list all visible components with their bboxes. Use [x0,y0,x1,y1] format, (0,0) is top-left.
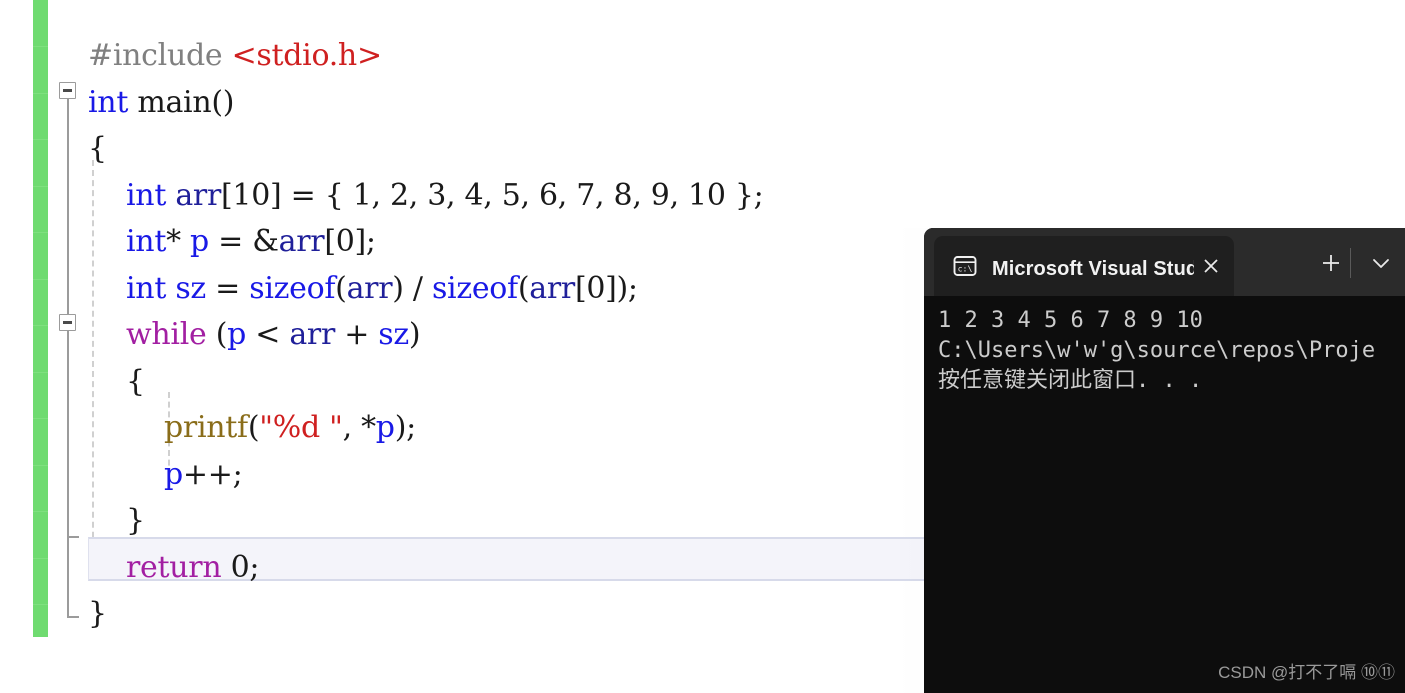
code-token: p [164,456,183,492]
console-output-area[interactable]: 1 2 3 4 5 6 7 8 9 10 C:\Users\w'w'g\sourc… [924,296,1405,693]
watermark-text: CSDN @打不了嗝 ⑩⑪ [1218,663,1395,682]
code-token: ( [517,270,530,306]
code-token: [10] = { 1, 2, 3, 4, 5, 6, 7, 8, 9, 10 }… [221,177,764,213]
code-token: arr [346,270,393,306]
code-token: ) [408,317,421,352]
code-line[interactable]: printf("%d ", *p); [164,405,416,452]
code-line[interactable]: } [88,591,107,638]
code-token: ++; [182,456,243,492]
console-output-line: 按任意键关闭此窗口. . . [938,368,1203,393]
code-token: < [246,317,290,352]
console-window[interactable]: c:\ Microsoft Visual Studio 调试控 [924,228,1405,693]
code-token: #include [88,38,232,73]
code-token: , * [342,410,376,445]
console-output-line: C:\Users\w'w'g\source\repos\Proje [938,338,1376,363]
code-token: ( [206,317,228,352]
console-tab-active[interactable]: c:\ Microsoft Visual Studio 调试控 [934,236,1234,296]
code-token: p [190,224,209,259]
code-token: "%d " [259,410,343,445]
code-token: int [88,84,129,120]
code-token: { [126,363,145,399]
code-token: = [205,270,250,306]
code-token: int [126,177,167,213]
close-icon[interactable] [1194,249,1228,283]
code-token: ); [394,410,417,445]
code-line[interactable]: } [126,498,145,545]
console-titlebar[interactable]: c:\ Microsoft Visual Studio 调试控 [924,228,1405,296]
code-token: sz [378,317,409,352]
code-line[interactable]: #include <stdio.h> [88,33,382,80]
code-line[interactable]: int main() [88,80,234,127]
code-token: ( [335,270,347,306]
code-token: while [126,317,207,352]
console-tab-title: Microsoft Visual Studio 调试控 [992,257,1194,280]
code-line[interactable]: int* p = &arr[0]; [126,219,376,266]
code-token: <stdio.h> [231,38,383,73]
new-tab-icon[interactable] [1314,246,1348,280]
code-token: arr [278,224,325,259]
svg-text:c:\: c:\ [958,264,973,274]
code-line[interactable]: int arr[10] = { 1, 2, 3, 4, 5, 6, 7, 8, … [126,173,764,220]
code-token: int [126,224,167,259]
code-token: main() [128,84,235,120]
code-line[interactable]: return 0; [126,545,259,592]
terminal-cmd-icon: c:\ [952,253,978,279]
titlebar-separator [1350,248,1351,278]
console-output-line: 1 2 3 4 5 6 7 8 9 10 [938,308,1203,333]
code-token: sz [175,270,206,306]
code-token: p [375,410,395,445]
code-line[interactable]: p++; [164,452,243,499]
code-token: } [88,596,107,631]
code-line[interactable]: { [126,359,145,406]
code-token: ( [247,410,260,445]
code-token: = & [208,224,279,259]
code-token: + [334,317,379,352]
code-token: [0]; [324,224,376,259]
code-token: arr [175,177,221,213]
code-token: { [88,131,107,166]
code-token: sizeof [249,270,336,306]
code-token: sizeof [431,270,518,306]
code-token: int [126,270,167,306]
code-token: ) / [392,270,432,306]
code-token: [0]); [574,270,638,306]
code-line[interactable]: { [88,126,107,173]
code-token: p [227,317,246,352]
code-token: } [126,503,145,538]
code-token: return [126,549,222,585]
code-token: printf [164,410,248,445]
chevron-down-icon[interactable] [1364,246,1398,280]
code-token: arr [529,270,575,306]
code-token: 0; [221,549,260,585]
code-token: * [166,224,191,259]
code-token: arr [289,317,335,352]
code-line[interactable]: while (p < arr + sz) [126,312,421,359]
code-line[interactable]: int sz = sizeof(arr) / sizeof(arr[0]); [126,266,638,313]
screen-root: #include <stdio.h> int main(){int arr[10]… [0,0,1405,693]
